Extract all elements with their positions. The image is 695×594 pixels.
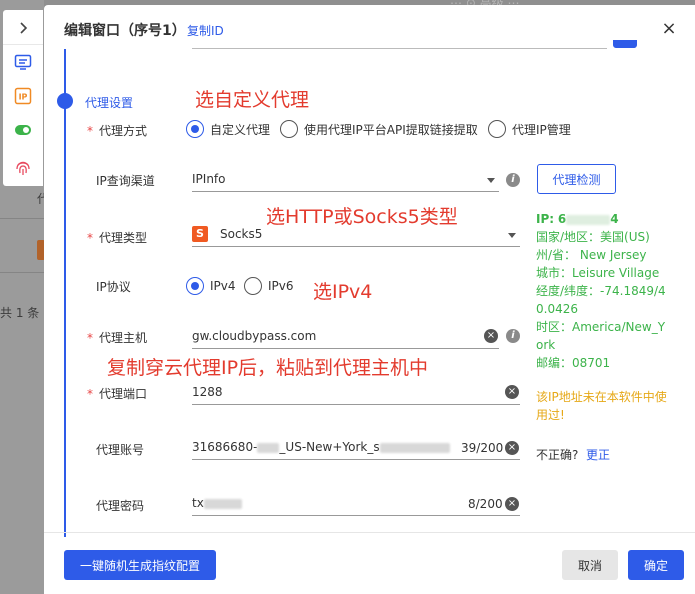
previous-button-edge[interactable]: [613, 40, 637, 48]
ip-country: 国家/地区：美国(US): [536, 230, 650, 244]
background-divider: [0, 272, 44, 273]
ip-coords-cont: 0.0426: [536, 302, 578, 316]
previous-field-underline: [192, 48, 607, 49]
proxy-type-select[interactable]: S Socks5: [192, 223, 520, 247]
svg-text:IP: IP: [19, 93, 28, 102]
edit-window-dialog: 编辑窗口（序号1） 复制ID × 代理设置 选自定义代理 * 代理方式 自定义代理…: [44, 5, 695, 594]
proxy-account-counter: 39/200: [461, 441, 504, 455]
close-icon[interactable]: ×: [658, 17, 680, 39]
clear-icon[interactable]: ×: [484, 329, 498, 343]
ip-info-panel: IP: 64 国家/地区：美国(US) 州/省： New Jersey 城市：L…: [536, 210, 695, 372]
ip-query-label: IP查询渠道: [96, 174, 155, 188]
chevron-right-icon[interactable]: [3, 14, 43, 42]
correct-link[interactable]: 更正: [586, 448, 610, 462]
caret-down-icon: [487, 178, 495, 183]
proxy-password-counter: 8/200: [468, 497, 503, 511]
clear-icon[interactable]: ×: [505, 497, 519, 511]
info-icon[interactable]: i: [506, 173, 520, 187]
section-title: 代理设置: [85, 96, 134, 110]
ip-zip: 邮编：08701: [536, 356, 611, 370]
ip-timezone: 时区：America/New_Y: [536, 320, 666, 334]
ip-icon[interactable]: IP: [13, 86, 33, 106]
radio-unselected-icon: [488, 120, 506, 138]
radio-api-extract[interactable]: 使用代理IP平台API提取链接提取: [280, 120, 478, 138]
proxy-port-label: * 代理端口: [87, 387, 148, 401]
radio-ipv6[interactable]: IPv6: [244, 277, 294, 295]
mini-tool-panel: IP: [3, 10, 43, 186]
radio-unselected-icon: [280, 120, 298, 138]
radio-ipv4[interactable]: IPv4: [186, 277, 236, 295]
annotation-ipv4: 选IPv4: [313, 281, 373, 303]
fingerprint-icon[interactable]: [13, 158, 33, 178]
ip-state: 州/省： New Jersey: [536, 248, 647, 262]
radio-unselected-icon: [244, 277, 262, 295]
proxy-port-input[interactable]: 1288: [192, 381, 520, 405]
cancel-button[interactable]: 取消: [562, 550, 618, 580]
radio-selected-icon: [186, 277, 204, 295]
socks5-icon: S: [192, 226, 208, 242]
dialog-title: 编辑窗口（序号1）: [64, 23, 186, 39]
proxy-mode-label: * 代理方式: [87, 124, 148, 138]
radio-selected-icon: [186, 120, 204, 138]
confirm-button[interactable]: 确定: [628, 550, 684, 580]
ip-unused-warning: 该IP地址未在本软件中使用过!: [536, 390, 667, 422]
radio-proxy-ip-manage[interactable]: 代理IP管理: [488, 120, 571, 138]
ip-protocol-label: IP协议: [96, 280, 131, 294]
copy-id-link[interactable]: 复制ID: [187, 22, 224, 39]
ip-coords: 经度/纬度：-74.1849/4: [536, 284, 666, 298]
ip-query-select[interactable]: IPInfo: [192, 168, 499, 192]
proxy-check-button[interactable]: 代理检测: [537, 164, 616, 194]
info-icon[interactable]: i: [506, 329, 520, 343]
background-divider: [0, 218, 44, 219]
proxy-password-label: 代理密码: [96, 499, 145, 513]
incorrect-prompt: 不正确? 更正: [536, 448, 611, 462]
ip-city: 城市：Leisure Village: [536, 266, 660, 280]
caret-down-icon: [508, 233, 516, 238]
annotation-host: 复制穿云代理IP后，粘贴到代理主机中: [107, 357, 429, 379]
timeline-dot: [57, 93, 73, 109]
annotation-custom-proxy: 选自定义代理: [195, 89, 310, 111]
monitor-icon[interactable]: [13, 52, 33, 72]
proxy-host-input[interactable]: gw.cloudbypass.com: [192, 325, 499, 349]
proxy-type-label: * 代理类型: [87, 231, 148, 245]
ip-address: IP: 64: [536, 212, 619, 226]
proxy-host-label: * 代理主机: [87, 331, 148, 345]
clear-icon[interactable]: ×: [505, 441, 519, 455]
clear-icon[interactable]: ×: [505, 385, 519, 399]
radio-custom-proxy[interactable]: 自定义代理: [186, 120, 270, 138]
background-count: 共 1 条: [0, 306, 40, 320]
ip-timezone-cont: ork: [536, 338, 556, 352]
proxy-account-label: 代理账号: [96, 443, 145, 457]
random-fingerprint-button[interactable]: 一键随机生成指纹配置: [64, 550, 216, 580]
footer-divider: [44, 532, 695, 533]
toggle-icon[interactable]: [13, 120, 33, 140]
timeline-line: [64, 49, 66, 537]
